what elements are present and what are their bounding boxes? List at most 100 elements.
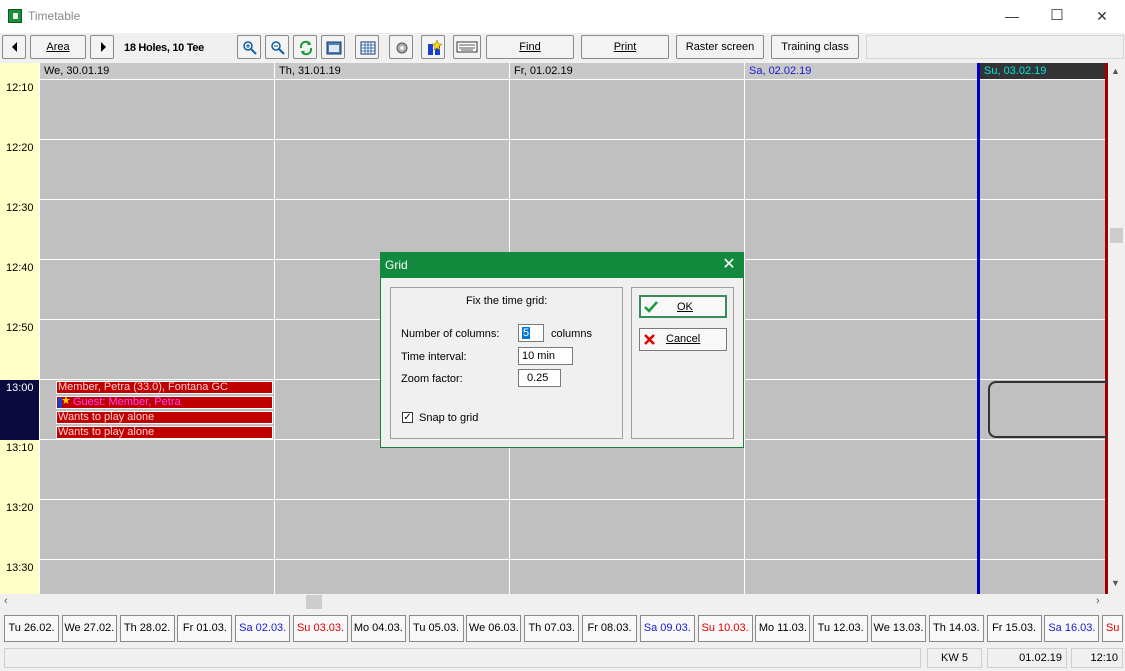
zoom-in-button[interactable] xyxy=(237,35,261,59)
area-button[interactable]: Area xyxy=(30,35,86,59)
date-button[interactable]: Tu 05.03. xyxy=(408,615,464,642)
date-button[interactable]: Mo 04.03. xyxy=(350,615,406,642)
ok-button[interactable]: OK xyxy=(639,295,727,318)
dialog-heading: Fix the time grid: xyxy=(466,295,548,307)
zoom-out-icon xyxy=(271,41,285,55)
raster-label: Raster screen xyxy=(685,41,755,53)
day-header[interactable]: Th, 31.01.19 xyxy=(275,63,510,79)
grid-view-button[interactable] xyxy=(355,35,379,59)
players-button[interactable] xyxy=(421,35,445,59)
horizontal-scroll-thumb[interactable] xyxy=(306,595,322,609)
scroll-left-icon[interactable]: ‹ xyxy=(4,595,8,607)
dialog-close-icon[interactable]: ✕ xyxy=(716,252,742,278)
date-button[interactable]: Sa 09.03. xyxy=(639,615,695,642)
arrow-left-icon xyxy=(12,42,17,52)
vertical-scroll-thumb[interactable] xyxy=(1110,228,1123,243)
date-button[interactable]: Fr 08.03. xyxy=(582,615,637,642)
booking-entry[interactable]: Member, Petra (33.0), Fontana GC xyxy=(56,381,273,394)
app-icon xyxy=(8,9,22,23)
refresh-button[interactable] xyxy=(293,35,317,59)
next-area-button[interactable] xyxy=(90,35,114,59)
find-button[interactable]: Find xyxy=(486,35,574,59)
prev-area-button[interactable] xyxy=(2,35,26,59)
row-divider xyxy=(40,559,1108,560)
date-button[interactable]: We 27.02. xyxy=(61,615,117,642)
row-divider xyxy=(40,139,1108,140)
date-button[interactable]: Su 1 xyxy=(1102,615,1124,659)
date-button[interactable]: Th 14.03. xyxy=(928,615,984,642)
date-button[interactable]: Th 28.02. xyxy=(119,615,175,642)
keyboard-icon xyxy=(456,41,478,53)
training-label: Training class xyxy=(781,41,849,53)
scroll-right-icon[interactable]: › xyxy=(1096,595,1100,607)
interval-label: Time interval: xyxy=(401,351,467,363)
date-button[interactable]: Fr 01.03. xyxy=(177,615,233,642)
columns-label: Number of columns: xyxy=(401,328,500,340)
date-button[interactable]: Tu 12.03. xyxy=(813,615,869,642)
zoom-out-button[interactable] xyxy=(265,35,289,59)
day-view-button[interactable] xyxy=(321,35,345,59)
time-label: 12:40 xyxy=(6,262,34,274)
title-bar xyxy=(0,0,1125,33)
date-button[interactable]: Th 07.03. xyxy=(524,615,580,642)
ok-label: OK xyxy=(677,301,693,313)
dialog-title: Grid xyxy=(380,252,744,278)
table-grid-icon xyxy=(360,41,376,55)
window-title: Timetable xyxy=(28,9,81,23)
selected-slot[interactable] xyxy=(988,381,1108,438)
keyboard-button[interactable] xyxy=(453,35,481,59)
close-window-button[interactable]: ✕ xyxy=(1079,0,1125,32)
calendar-day-icon xyxy=(326,41,342,55)
day-header[interactable]: Su, 03.02.19 xyxy=(980,63,1105,79)
date-button[interactable]: Sa 02.03. xyxy=(235,615,291,642)
zoom-in-icon xyxy=(243,41,257,55)
player-star-icon xyxy=(428,40,442,55)
scroll-down-icon[interactable]: ▼ xyxy=(1111,578,1120,588)
columns-field[interactable]: 5 xyxy=(518,324,544,342)
date-button[interactable]: Su 10.03. xyxy=(697,615,753,642)
print-button[interactable]: Print xyxy=(581,35,669,59)
day-header[interactable]: We, 30.01.19 xyxy=(40,63,275,79)
date-button[interactable]: Fr 15.03. xyxy=(986,615,1042,642)
print-label: Print xyxy=(613,41,637,53)
status-message xyxy=(4,648,921,668)
date-button[interactable]: We 06.03. xyxy=(466,615,522,642)
checkmark-icon: ✓ xyxy=(403,412,412,423)
columns-unit: columns xyxy=(551,328,592,340)
snap-checkbox[interactable]: ✓ xyxy=(402,412,413,423)
time-label: 12:30 xyxy=(6,202,34,214)
cancel-label: Cancel xyxy=(666,333,701,345)
date-button[interactable]: Sa 16.03. xyxy=(1044,615,1100,642)
booking-entry[interactable]: Guest: Member, Petra xyxy=(56,396,273,409)
booking-entry[interactable]: Wants to play alone xyxy=(56,426,273,439)
horizontal-scrollbar[interactable] xyxy=(0,594,1108,611)
day-header[interactable]: Sa, 02.02.19 xyxy=(745,63,980,79)
booking-entry[interactable]: Wants to play alone xyxy=(56,411,273,424)
vertical-scrollbar[interactable] xyxy=(1108,63,1125,594)
date-button[interactable]: Mo 11.03. xyxy=(755,615,811,642)
status-date: 01.02.19 xyxy=(987,648,1067,668)
raster-screen-button[interactable]: Raster screen xyxy=(676,35,764,59)
time-label: 12:20 xyxy=(6,142,34,154)
x-icon xyxy=(644,334,655,345)
time-label: 13:10 xyxy=(6,442,34,454)
date-button[interactable]: We 13.03. xyxy=(871,615,926,642)
minimize-button[interactable]: — xyxy=(989,0,1035,32)
date-button[interactable]: Tu 26.02. xyxy=(4,615,59,642)
date-button[interactable]: Su 03.03. xyxy=(293,615,348,642)
row-divider xyxy=(40,499,1108,500)
row-divider xyxy=(40,199,1108,200)
refresh-icon xyxy=(299,40,313,56)
interval-field[interactable]: 10 min xyxy=(518,347,573,365)
check-icon xyxy=(644,301,658,313)
settings-button[interactable] xyxy=(389,35,413,59)
scroll-up-icon[interactable]: ▲ xyxy=(1111,66,1120,76)
time-label: 13:20 xyxy=(6,502,34,514)
maximize-button[interactable]: ☐ xyxy=(1034,0,1080,32)
column-divider xyxy=(274,63,275,594)
cancel-button[interactable]: Cancel xyxy=(639,328,727,351)
zoom-field[interactable]: 0.25 xyxy=(518,369,561,387)
training-class-button[interactable]: Training class xyxy=(771,35,859,59)
day-header[interactable]: Fr, 01.02.19 xyxy=(510,63,745,79)
zoom-label: Zoom factor: xyxy=(401,373,463,385)
